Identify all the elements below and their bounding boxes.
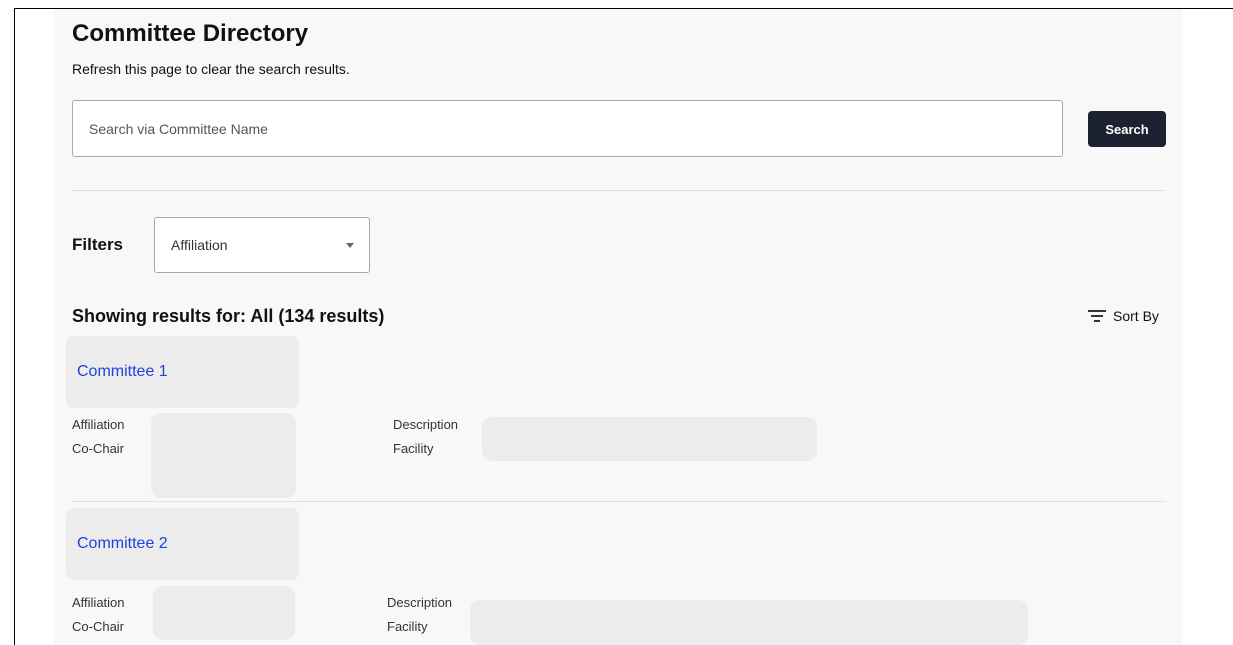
- co-chair-label: Co-Chair: [72, 619, 125, 634]
- page-title: Committee Directory: [72, 20, 309, 47]
- frame-left-border: [14, 8, 15, 645]
- affiliation-value-placeholder: [153, 586, 295, 640]
- chevron-down-icon: [346, 243, 354, 248]
- affiliation-filter-select[interactable]: Affiliation: [154, 217, 370, 273]
- facility-label: Facility: [387, 619, 428, 634]
- search-input[interactable]: [72, 100, 1063, 157]
- facility-label: Facility: [393, 441, 434, 456]
- affiliation-label: Affiliation: [72, 595, 125, 610]
- page-subtitle: Refresh this page to clear the search re…: [72, 61, 350, 77]
- search-button[interactable]: Search: [1088, 111, 1166, 147]
- affiliation-filter-value: Affiliation: [171, 237, 228, 253]
- description-value-placeholder: [482, 417, 817, 461]
- committee-name-block: Committee 1: [66, 336, 299, 408]
- committee-card: Committee 2 Affiliation Co-Chair Descrip…: [54, 508, 1182, 645]
- committee-name-block: Committee 2: [66, 508, 299, 580]
- sort-lines-icon: [1088, 309, 1106, 323]
- sort-by-button[interactable]: Sort By: [1088, 306, 1159, 326]
- results-heading: Showing results for: All (134 results): [72, 306, 385, 326]
- sort-by-label: Sort By: [1113, 308, 1159, 324]
- committee-name-link[interactable]: Committee 2: [77, 535, 168, 553]
- section-divider: [72, 190, 1166, 191]
- description-label: Description: [393, 417, 459, 432]
- card-divider: [72, 501, 1166, 502]
- filters-label: Filters: [72, 235, 124, 254]
- description-value-placeholder: [470, 600, 1028, 645]
- co-chair-label: Co-Chair: [72, 441, 125, 456]
- description-label: Description: [387, 595, 453, 610]
- committee-name-link[interactable]: Committee 1: [77, 363, 168, 381]
- committee-card: Committee 1 Affiliation Co-Chair Descrip…: [54, 336, 1182, 500]
- affiliation-value-placeholder: [151, 413, 296, 498]
- affiliation-label: Affiliation: [72, 417, 125, 432]
